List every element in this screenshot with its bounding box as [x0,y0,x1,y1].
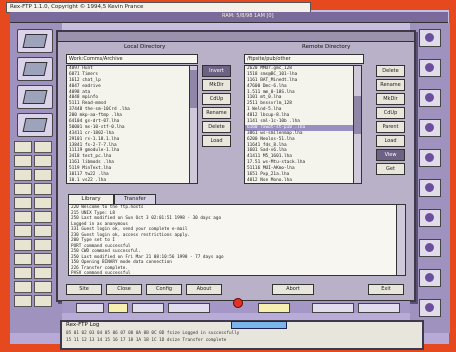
local-scrollbar[interactable] [189,65,198,184]
record-indicator-icon [233,298,243,308]
remote-get-button[interactable]: Get [376,163,405,175]
about-button[interactable]: About [186,284,222,295]
screen-menubar: RAM: 5/8/98 1AM [0] [10,12,448,23]
local-rename-button[interactable]: Rename [202,107,231,119]
app-icon[interactable] [419,59,441,77]
local-invert-button[interactable]: Invert [202,65,231,77]
remote-rename-button[interactable]: Rename [376,79,405,91]
app-icon[interactable] [419,209,441,227]
desktop: Rex-FTP 1.1.0, Copyright © 1994,5 Kevin … [0,0,456,352]
gadget-button[interactable] [34,197,52,209]
disk-icon[interactable] [17,85,53,109]
task-item[interactable] [76,303,104,313]
gadget-button[interactable] [34,169,52,181]
remote-file-list[interactable]: 2620 MMDr.gmc_128 1518 sms@BC_101-lha 1161… [244,65,354,184]
folder-icon[interactable] [17,113,53,137]
frame-right [449,0,456,352]
task-item[interactable] [168,303,210,313]
abort-button[interactable]: Abort [272,284,314,295]
local-path-field[interactable]: Work:Comms/Archive [66,54,198,64]
app-icon[interactable] [419,179,441,197]
remote-button-stack: Delete Rename MkDir CdUp Parent Load View Get [376,65,405,177]
gadget-button[interactable] [34,281,52,293]
lower-log-title: Rex-FTP Log [66,322,100,328]
local-mkdir-button[interactable]: MkDir [202,79,231,91]
log-scrollbar[interactable] [396,204,406,276]
gadget-button[interactable] [14,211,32,223]
menubar-path: RAM: 5/8/98 1AM [0] [222,13,274,19]
ftp-window-titlebar[interactable] [58,32,414,42]
ftp-window: Local Directory Remote Directory Work:Co… [56,30,416,302]
gadget-button[interactable] [14,253,32,265]
log-line: PASV command successful [71,271,131,276]
gadget-button[interactable] [34,183,52,195]
gadget-button[interactable] [34,253,52,265]
app-icon[interactable] [419,149,441,167]
config-button[interactable]: Config [146,284,182,295]
gadget-button[interactable] [14,239,32,251]
site-button[interactable]: Site [66,284,102,295]
drive-icon[interactable] [17,29,53,53]
task-item[interactable] [258,303,290,313]
local-directory-header: Local Directory [124,44,166,50]
remote-scrollbar[interactable] [353,65,362,184]
drive-icon[interactable] [17,57,53,81]
gadget-button[interactable] [14,295,32,307]
gadget-button[interactable] [34,239,52,251]
remote-delete-button[interactable]: Delete [376,65,405,77]
local-load-button[interactable]: Load [202,135,231,147]
app-icon[interactable] [419,299,441,317]
gadget-button[interactable] [14,183,32,195]
local-delete-button[interactable]: Delete [202,121,231,133]
lower-log-line: 15 11 12 13 14 15 16 17 18 1A 1B 1C 1D d… [66,338,227,343]
remote-view-button[interactable]: View [376,149,405,161]
gadget-button[interactable] [14,225,32,237]
right-icon-column [410,23,450,333]
remote-mkdir-button[interactable]: MkDir [376,93,405,105]
gadget-button[interactable] [14,169,32,181]
app-icon[interactable] [419,269,441,287]
gadget-button[interactable] [14,155,32,167]
local-button-stack: Invert MkDir CdUp Rename Delete Load [202,65,231,149]
app-icon[interactable] [419,119,441,137]
gadget-button[interactable] [34,155,52,167]
gadget-button[interactable] [14,267,32,279]
local-cdup-button[interactable]: CdUp [202,93,231,105]
gadget-button[interactable] [14,197,32,209]
gadget-button[interactable] [14,281,32,293]
lower-log-line: 05 01 02 03 04 05 06 07 08 0A 0B 0C 0D f… [66,331,240,336]
gadget-button[interactable] [34,295,52,307]
remote-load-button[interactable]: Load [376,135,405,147]
task-item[interactable] [358,303,400,313]
close-button[interactable]: Close [106,284,142,295]
task-item[interactable] [132,303,164,313]
remote-path-field[interactable]: /ftpsite/pub/other [244,54,364,64]
gadget-button[interactable] [14,141,32,153]
app-icon[interactable] [419,239,441,257]
app-icon[interactable] [419,29,441,47]
left-icon-column [10,23,62,333]
task-item[interactable] [108,303,128,313]
status-highlight [231,321,287,329]
log-output: 220 Welcome to the ftp.hosts 215 UNIX Typ… [68,204,397,276]
exit-button[interactable]: Exit [368,284,404,295]
gadget-button[interactable] [34,225,52,237]
remote-cdup-button[interactable]: CdUp [376,107,405,119]
app-icon[interactable] [419,89,441,107]
frame-left [0,0,10,352]
gadget-button[interactable] [34,267,52,279]
remote-directory-header: Remote Directory [302,44,351,50]
local-file-list[interactable]: 4097 Hunt 6071 Timers 1612 chat_lp 4047 ead… [66,65,190,184]
gadget-button[interactable] [34,141,52,153]
task-item[interactable] [312,303,354,313]
gadget-button[interactable] [34,211,52,223]
remote-parent-button[interactable]: Parent [376,121,405,133]
tab-bar: Library Transfer [68,194,404,205]
